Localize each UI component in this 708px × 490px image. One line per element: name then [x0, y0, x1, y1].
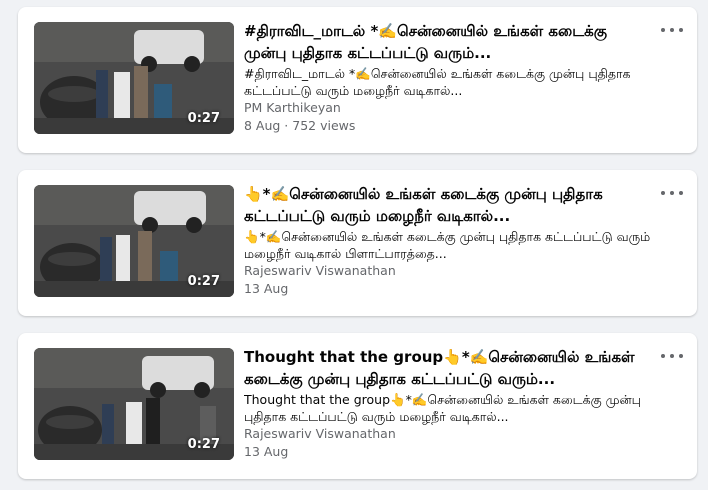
video-description: Thought that the group👆*✍️சென்னையில் உங்…: [244, 392, 641, 424]
author-name[interactable]: Rajeswariv Viswanathan: [244, 426, 396, 441]
video-thumbnail[interactable]: 0:27: [34, 185, 234, 297]
video-duration: 0:27: [187, 274, 220, 289]
video-description: 👆*✍️சென்னையில் உங்கள் கடைக்கு முன்பு புத…: [244, 229, 651, 261]
video-duration: 0:27: [187, 437, 220, 452]
video-thumbnail[interactable]: 0:27: [34, 22, 234, 134]
post-meta: 8 Aug · 752 views: [244, 118, 356, 133]
post-meta: 13 Aug: [244, 444, 289, 459]
more-options-icon[interactable]: [661, 23, 683, 37]
video-title[interactable]: #திராவிட_மாடல் *✍️சென்னையில் உங்கள் கடைக…: [244, 20, 654, 64]
video-description: #திராவிட_மாடல் *✍️சென்னையில் உங்கள் கடைக…: [244, 66, 631, 98]
author-name[interactable]: PM Karthikeyan: [244, 100, 341, 115]
more-options-icon[interactable]: [661, 186, 683, 200]
video-duration: 0:27: [187, 111, 220, 126]
video-result-card[interactable]: 0:27 Thought that the group👆*✍️சென்னையில…: [18, 333, 697, 479]
video-result-card[interactable]: 0:27 👆*✍️சென்னையில் உங்கள் கடைக்கு முன்ப…: [18, 170, 697, 316]
author-name[interactable]: Rajeswariv Viswanathan: [244, 263, 396, 278]
video-thumbnail[interactable]: 0:27: [34, 348, 234, 460]
post-meta: 13 Aug: [244, 281, 289, 296]
video-result-card[interactable]: 0:27 #திராவிட_மாடல் *✍️சென்னையில் உங்கள்…: [18, 7, 697, 153]
video-title[interactable]: 👆*✍️சென்னையில் உங்கள் கடைக்கு முன்பு புத…: [244, 183, 654, 227]
more-options-icon[interactable]: [661, 349, 683, 363]
video-title[interactable]: Thought that the group👆*✍️சென்னையில் உங்…: [244, 346, 654, 390]
